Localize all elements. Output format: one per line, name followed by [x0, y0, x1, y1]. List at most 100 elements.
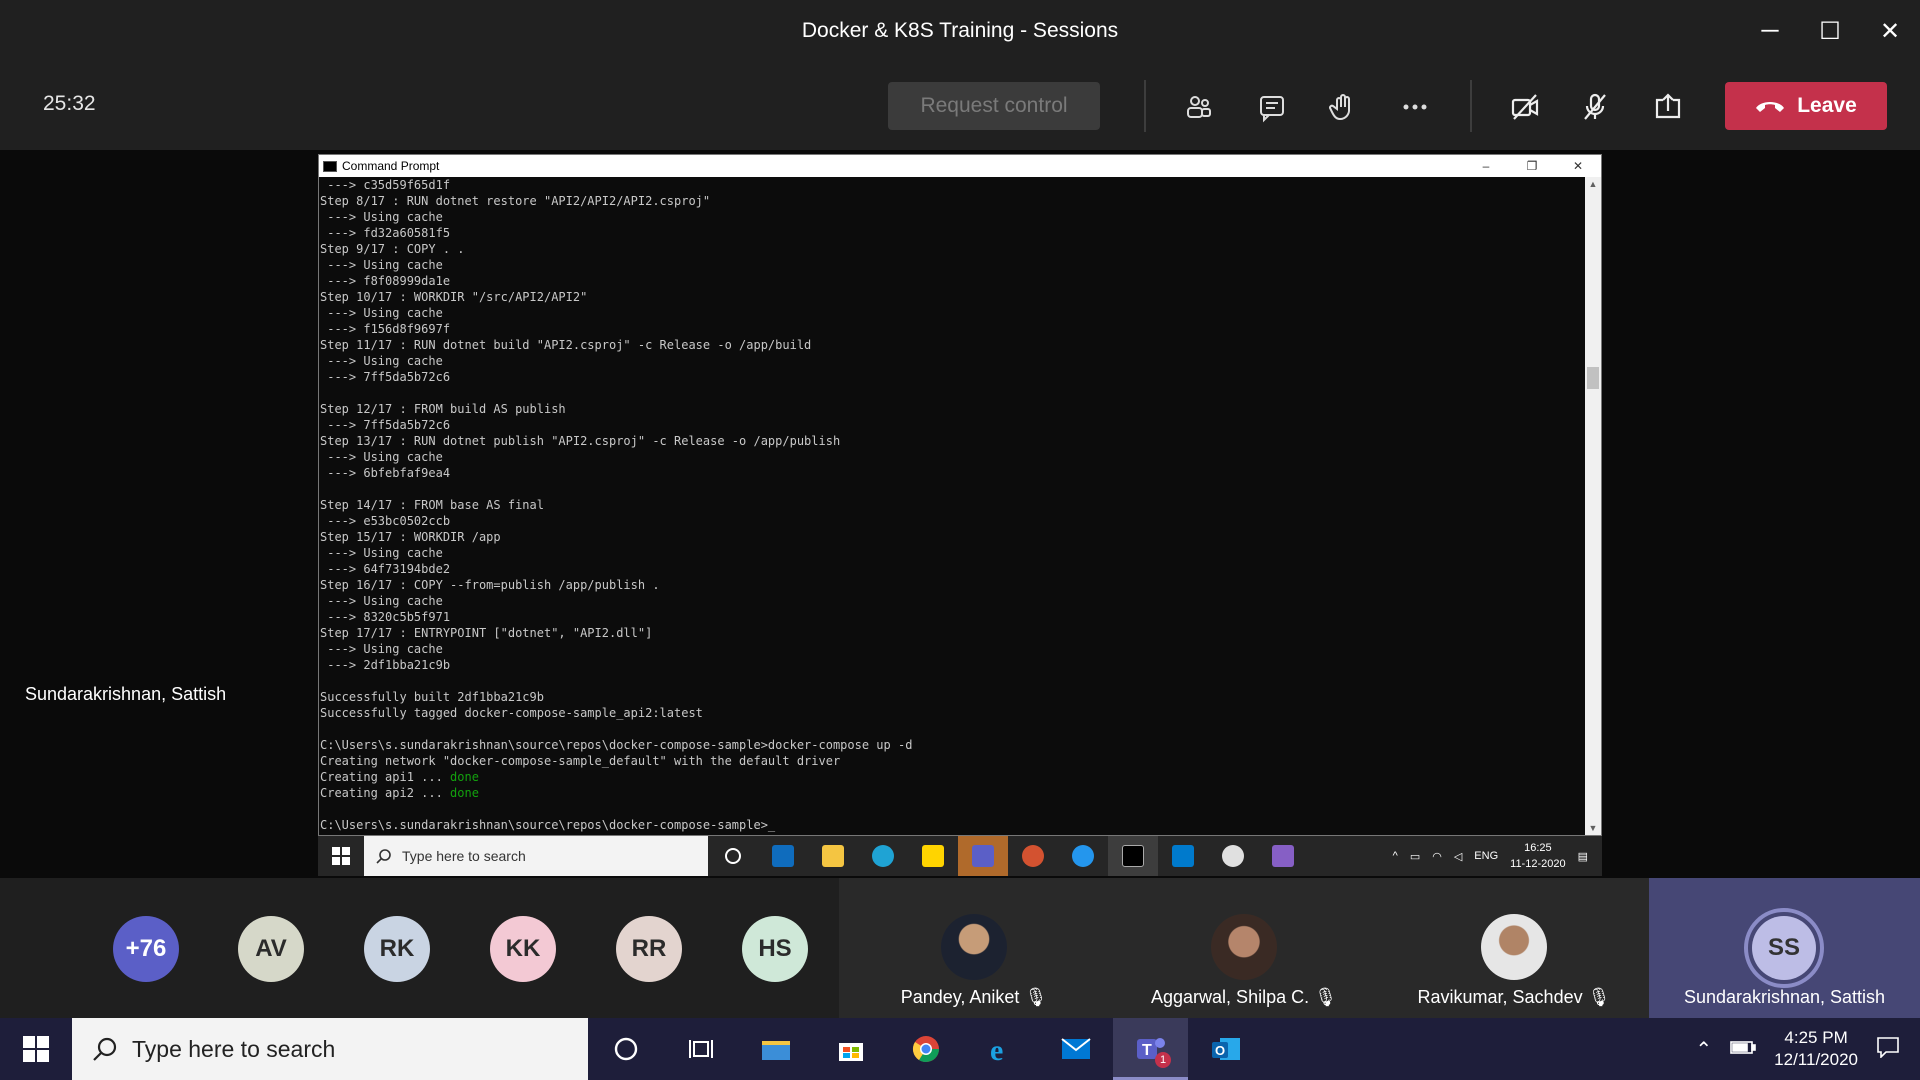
powerpoint-icon[interactable]: [1008, 836, 1058, 876]
visual-studio-icon[interactable]: [1258, 836, 1308, 876]
teams-icon[interactable]: [958, 836, 1008, 876]
scroll-up-icon[interactable]: ▲: [1585, 179, 1601, 189]
cmd-output-line: Successfully tagged docker-compose-sampl…: [320, 706, 703, 720]
cmd-output-line: Step 10/17 : WORKDIR "/src/API2/API2": [320, 290, 588, 304]
remote-search-box[interactable]: Type here to search: [364, 836, 708, 876]
action-center-icon[interactable]: [1876, 1036, 1900, 1063]
language-indicator[interactable]: ENG: [1474, 850, 1498, 862]
windows-taskbar: Type here to search e T 1 O ⌃ 4:25 PM 12…: [0, 1018, 1920, 1080]
participant-avatar[interactable]: HS: [742, 916, 808, 982]
remote-start-icon[interactable]: [318, 836, 364, 876]
taskbar-date: 12/11/2020: [1774, 1050, 1858, 1069]
terminal-icon[interactable]: [1108, 836, 1158, 876]
participant-name: Aggarwal, Shilpa C. 🎙: [1151, 987, 1337, 1007]
docker-icon[interactable]: [1058, 836, 1108, 876]
participant-tile[interactable]: Pandey, Aniket 🎙: [839, 878, 1109, 1018]
toolbar-divider: [1144, 80, 1146, 132]
phone-hangup-icon: [1756, 102, 1785, 112]
cmd-titlebar: Command Prompt – ❐ ✕: [319, 155, 1601, 177]
cmd-output-line: ---> Using cache: [320, 546, 443, 560]
chevron-up-icon[interactable]: ^: [1393, 850, 1398, 862]
meeting-toolbar: 25:32 Request control Leave: [0, 62, 1920, 150]
remote-clock[interactable]: 16:25 11-12-2020: [1510, 840, 1565, 872]
taskbar-search-box[interactable]: Type here to search: [72, 1018, 588, 1080]
participant-avatar[interactable]: KK: [490, 916, 556, 982]
chevron-up-icon[interactable]: ⌃: [1695, 1037, 1712, 1062]
participant-tile[interactable]: Aggarwal, Shilpa C. 🎙: [1109, 878, 1379, 1018]
leave-button[interactable]: Leave: [1725, 82, 1887, 130]
participant-avatar: SS: [1752, 916, 1816, 980]
more-actions-icon[interactable]: [1390, 82, 1440, 132]
file-explorer-icon[interactable]: [808, 836, 858, 876]
cmd-output-line: ---> Using cache: [320, 594, 443, 608]
wifi-icon[interactable]: ◠: [1432, 850, 1442, 863]
participant-tile-self[interactable]: SS Sundarakrishnan, Sattish: [1649, 878, 1920, 1018]
cmd-output-line: Creating api2 ... done: [320, 786, 479, 800]
speaking-ring: SS: [1744, 908, 1824, 988]
cmd-output-line: Step 16/17 : COPY --from=publish /app/pu…: [320, 578, 660, 592]
maximize-button[interactable]: ☐: [1800, 0, 1860, 62]
store-icon[interactable]: [813, 1018, 888, 1080]
battery-icon[interactable]: ▭: [1410, 850, 1420, 863]
overflow-participants-badge[interactable]: +76: [113, 916, 179, 982]
vscode-icon[interactable]: [1158, 836, 1208, 876]
cmd-output-line: C:\Users\s.sundarakrishnan\source\repos\…: [320, 818, 776, 832]
cmd-title: Command Prompt: [342, 159, 440, 173]
edge-icon[interactable]: [858, 836, 908, 876]
meeting-timer: 25:32: [43, 92, 96, 115]
cmd-scrollbar[interactable]: ▲ ▼: [1585, 177, 1601, 835]
done-status: done: [450, 770, 479, 784]
cortana-icon[interactable]: [588, 1018, 663, 1080]
svg-text:O: O: [1215, 1043, 1225, 1058]
participant-avatar[interactable]: RR: [616, 916, 682, 982]
close-button[interactable]: ✕: [1860, 0, 1920, 62]
sticky-notes-icon[interactable]: [908, 836, 958, 876]
participant-avatar[interactable]: AV: [238, 916, 304, 982]
remote-date: 11-12-2020: [1510, 858, 1566, 870]
request-control-button[interactable]: Request control: [888, 82, 1100, 130]
cmd-output-line: ---> Using cache: [320, 306, 443, 320]
outlook-icon[interactable]: [758, 836, 808, 876]
minimize-button[interactable]: ─: [1740, 0, 1800, 62]
file-explorer-icon[interactable]: [738, 1018, 813, 1080]
scroll-down-icon[interactable]: ▼: [1585, 823, 1601, 833]
teams-icon[interactable]: T 1: [1113, 1018, 1188, 1080]
cmd-minimize-button[interactable]: –: [1463, 155, 1509, 177]
start-icon[interactable]: [0, 1018, 72, 1080]
camera-off-icon[interactable]: [1500, 82, 1550, 132]
participant-name: Pandey, Aniket 🎙: [900, 987, 1048, 1007]
mic-muted-icon[interactable]: [1570, 82, 1620, 132]
share-screen-icon[interactable]: [1643, 82, 1693, 132]
task-view-icon[interactable]: [663, 1018, 738, 1080]
battery-icon[interactable]: [1730, 1039, 1756, 1060]
cmd-output-line: Successfully built 2df1bba21c9b: [320, 690, 544, 704]
leave-label: Leave: [1797, 94, 1857, 117]
window-controls: ─ ☐ ✕: [1740, 0, 1920, 62]
cortana-icon[interactable]: [708, 836, 758, 876]
mail-icon[interactable]: [1038, 1018, 1113, 1080]
cmd-output-line: ---> Using cache: [320, 450, 443, 464]
search-icon: [93, 1037, 117, 1061]
participant-avatar[interactable]: RK: [364, 916, 430, 982]
participants-icon[interactable]: [1174, 82, 1224, 132]
paint-icon[interactable]: [1208, 836, 1258, 876]
scroll-thumb[interactable]: [1587, 367, 1599, 389]
cmd-restore-button[interactable]: ❐: [1509, 155, 1555, 177]
participant-name: Ravikumar, Sachdev 🎙: [1417, 987, 1611, 1007]
raise-hand-icon[interactable]: [1318, 82, 1368, 132]
cmd-output-line: Step 12/17 : FROM build AS publish: [320, 402, 566, 416]
cmd-close-button[interactable]: ✕: [1555, 155, 1601, 177]
taskbar-clock[interactable]: 4:25 PM 12/11/2020: [1774, 1027, 1858, 1071]
mic-muted-icon: 🎙: [1024, 987, 1048, 1007]
remote-search-placeholder: Type here to search: [402, 848, 526, 864]
chat-icon[interactable]: [1247, 82, 1297, 132]
chrome-icon[interactable]: [888, 1018, 963, 1080]
internet-explorer-icon[interactable]: e: [963, 1018, 1038, 1080]
outlook-icon[interactable]: O: [1188, 1018, 1263, 1080]
participant-tile[interactable]: Ravikumar, Sachdev 🎙: [1379, 878, 1649, 1018]
cmd-output-line: Creating api1 ... done: [320, 770, 479, 784]
cmd-output[interactable]: ---> c35d59f65d1f Step 8/17 : RUN dotnet …: [319, 177, 1585, 835]
notification-icon[interactable]: ▤: [1578, 850, 1588, 863]
cmd-output-line: Step 15/17 : WORKDIR /app: [320, 530, 501, 544]
volume-icon[interactable]: ◁: [1454, 850, 1462, 863]
